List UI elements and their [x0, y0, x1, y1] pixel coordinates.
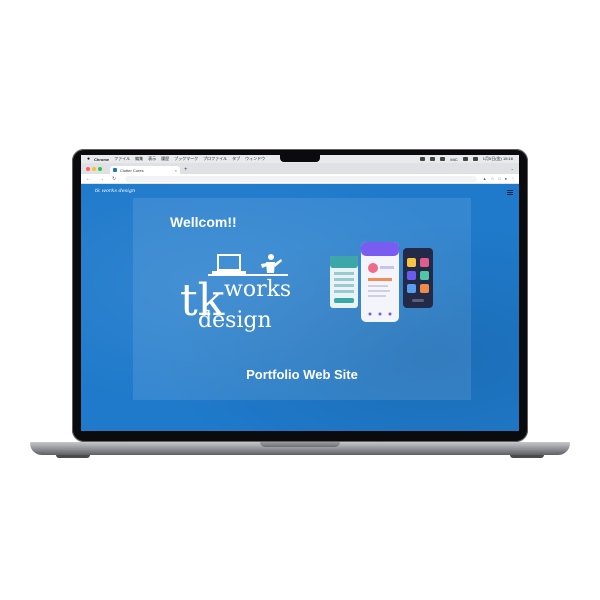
- laptop: ● Chrome ファイル 編集 表示 履歴 ブックマーク プロファイル タブ …: [0, 0, 600, 600]
- laptop-foot-left: [56, 455, 90, 458]
- menu-app-name[interactable]: Chrome: [94, 157, 109, 162]
- menu-item-file[interactable]: ファイル: [114, 156, 130, 162]
- portfolio-heading: Portfolio Web Site: [246, 367, 358, 382]
- tab-search-chevron-icon[interactable]: ⌄: [511, 163, 514, 174]
- search-icon[interactable]: [472, 157, 478, 161]
- side-panel-icon[interactable]: □: [498, 176, 500, 181]
- address-bar[interactable]: [125, 175, 477, 182]
- browser-toolbar: ← → ↻ ▲ ☆ □ ● ⋮: [81, 174, 519, 184]
- menubar-status-area: MIC 1月5日(金) 15:16: [415, 156, 513, 162]
- phone-mockup-left: [330, 256, 358, 308]
- apple-icon[interactable]: ●: [87, 156, 90, 162]
- tab-close-icon[interactable]: ×: [175, 168, 177, 173]
- new-tab-button[interactable]: +: [184, 166, 188, 174]
- forward-icon[interactable]: →: [99, 176, 104, 182]
- more-menu-icon[interactable]: ⋮: [511, 176, 515, 181]
- share-icon[interactable]: ▲: [483, 176, 487, 181]
- tab-title: Clutter Cures: [120, 167, 144, 173]
- hamburger-menu-icon[interactable]: [507, 190, 513, 196]
- laptop-opening-groove: [260, 442, 340, 447]
- browser-tab-bar: Clutter Cures × + ⌄: [81, 163, 519, 174]
- window-controls: [86, 163, 104, 174]
- welcome-heading: Wellcom!!: [170, 214, 237, 230]
- wifi-icon[interactable]: [462, 157, 468, 161]
- menu-item-history[interactable]: 履歴: [161, 156, 169, 162]
- minimize-window-icon[interactable]: [92, 166, 96, 171]
- laptop-pictogram-icon: [212, 254, 246, 274]
- site-logo[interactable]: tk works design: [95, 189, 135, 194]
- bookmark-star-icon[interactable]: ☆: [491, 176, 495, 181]
- phone-mockup-right: [403, 248, 433, 308]
- menu-item-window[interactable]: ウィンドウ: [245, 156, 265, 162]
- reload-icon[interactable]: ↻: [112, 176, 116, 182]
- menu-item-bookmarks[interactable]: ブックマーク: [174, 156, 198, 162]
- hero-panel: Wellcom!! tk works design Portfolio Web …: [133, 198, 471, 400]
- menubar-datetime[interactable]: 1月5日(金) 15:16: [483, 156, 513, 162]
- camera-notch: [280, 155, 320, 162]
- mic-status[interactable]: MIC: [450, 157, 457, 162]
- favicon-icon: [113, 168, 117, 172]
- app-mockups-illustration: [330, 242, 433, 322]
- menu-item-profiles[interactable]: プロファイル: [203, 156, 227, 162]
- brand-design: design: [198, 308, 272, 333]
- site-logo-text: tk works design: [95, 188, 136, 194]
- bluetooth-icon[interactable]: [420, 157, 426, 161]
- display-icon[interactable]: [440, 157, 446, 161]
- phone-mockup-center: [361, 242, 399, 322]
- laptop-foot-right: [510, 455, 544, 458]
- browser-tab[interactable]: Clutter Cures ×: [110, 166, 180, 174]
- profile-icon[interactable]: ●: [505, 176, 507, 181]
- back-icon[interactable]: ←: [86, 176, 91, 182]
- person-pictogram-icon: [261, 254, 282, 273]
- close-window-icon[interactable]: [86, 166, 90, 171]
- maximize-window-icon[interactable]: [98, 166, 102, 171]
- web-page: tk works design Wellcom!! tk works desig…: [81, 184, 519, 431]
- menu-item-edit[interactable]: 編集: [135, 156, 143, 162]
- menu-item-tab[interactable]: タブ: [232, 156, 240, 162]
- menu-item-view[interactable]: 表示: [148, 156, 156, 162]
- laptop-screen: ● Chrome ファイル 編集 表示 履歴 ブックマーク プロファイル タブ …: [81, 155, 519, 431]
- brand-logo: tk works design: [180, 254, 291, 333]
- cloud-icon[interactable]: [430, 157, 436, 161]
- brand-works: works: [224, 277, 291, 302]
